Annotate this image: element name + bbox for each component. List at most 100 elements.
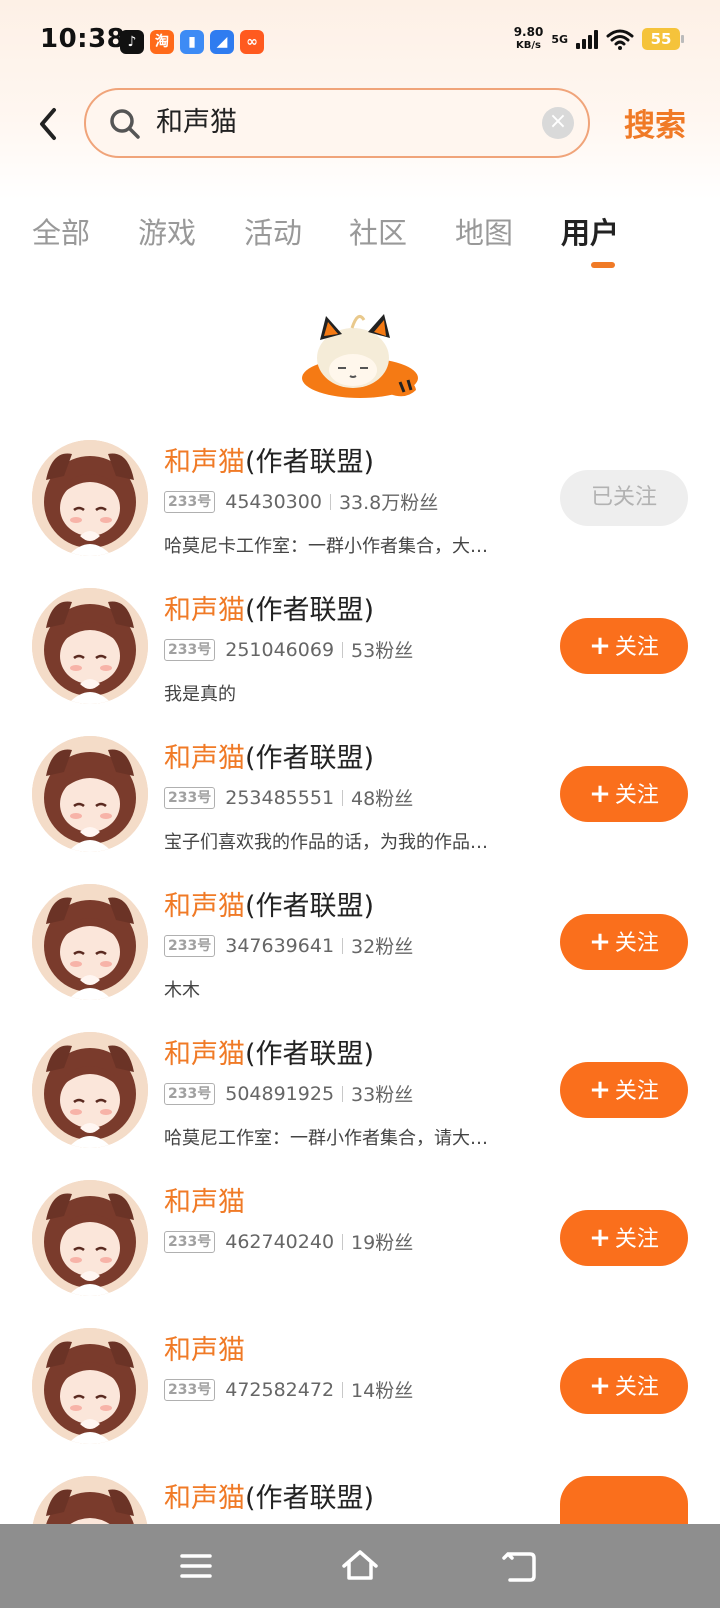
- divider: [329, 493, 331, 510]
- home-icon[interactable]: [340, 1546, 380, 1586]
- taobao-icon: 淘: [150, 30, 174, 54]
- menu-icon[interactable]: [176, 1546, 216, 1586]
- account-tag: 233号: [164, 638, 216, 661]
- name-suffix: (作者联盟): [245, 595, 375, 626]
- status-right: 9.80 KB/s 5G 55: [513, 25, 684, 52]
- user-id: 253485551: [225, 786, 335, 809]
- follow-button[interactable]: [560, 1476, 688, 1524]
- net-speed-unit: KB/s: [516, 40, 541, 51]
- followed-button[interactable]: 已关注: [560, 470, 688, 526]
- divider: [342, 789, 344, 806]
- follow-button[interactable]: + 关注: [560, 1210, 688, 1266]
- tab-users[interactable]: 用户: [561, 210, 619, 252]
- search-icon: [110, 109, 140, 139]
- account-tag: 233号: [164, 1378, 216, 1401]
- name-highlight: 和声猫: [164, 891, 245, 922]
- category-tabs: 全部 游戏 活动 社区 地图 用户: [0, 210, 720, 270]
- fan-count: 14粉丝: [351, 1380, 414, 1402]
- search-input[interactable]: 和声猫 ×: [84, 88, 590, 158]
- avatar[interactable]: [32, 588, 148, 704]
- user-id: 462740240: [225, 1230, 335, 1253]
- user-name: 和声猫(作者联盟): [164, 1476, 374, 1515]
- back-icon[interactable]: [500, 1546, 540, 1586]
- name-highlight: 和声猫: [164, 1187, 245, 1218]
- user-description: 哈莫尼卡工作室：一群小作者集合，大…: [164, 536, 488, 557]
- user-id: 504891925: [225, 1082, 335, 1105]
- fan-count: 48粉丝: [351, 788, 414, 810]
- follow-label: 关注: [614, 1375, 659, 1400]
- avatar[interactable]: [32, 1180, 148, 1296]
- tab-community[interactable]: 社区: [349, 210, 407, 252]
- system-navigation-bar: [0, 1524, 720, 1608]
- user-meta: 233号 504891925 33粉丝: [164, 1080, 413, 1107]
- tab-all[interactable]: 全部: [32, 210, 90, 252]
- plus-icon: +: [589, 1223, 611, 1253]
- app-icon: ∞: [240, 30, 264, 54]
- user-row[interactable]: 和声猫 233号 472582472 14粉丝 + 关注: [0, 1328, 720, 1476]
- user-meta: 233号 45430300 33.8万粉丝: [164, 488, 438, 515]
- net-speed-value: 9.80: [513, 25, 544, 39]
- user-description: 宝子们喜欢我的作品的话，为我的作品…: [164, 832, 488, 853]
- avatar[interactable]: [32, 1328, 148, 1444]
- fan-count: 53粉丝: [351, 640, 414, 662]
- follow-button[interactable]: + 关注: [560, 914, 688, 970]
- follow-button[interactable]: + 关注: [560, 1358, 688, 1414]
- user-row[interactable]: 和声猫(作者联盟) 233号 251046069 53粉丝 我是真的 + 关注: [0, 588, 720, 736]
- fan-count: 32粉丝: [351, 936, 414, 958]
- plus-icon: +: [589, 1371, 611, 1401]
- network-type: 5G: [551, 32, 568, 46]
- account-tag: 233号: [164, 1082, 216, 1105]
- plus-icon: +: [589, 1075, 611, 1105]
- divider: [342, 1381, 344, 1398]
- user-id: 347639641: [225, 934, 335, 957]
- avatar[interactable]: [32, 884, 148, 1000]
- notification-app-icons: ♪ 淘 ▮ ◢ ∞: [120, 30, 264, 54]
- plus-icon: +: [589, 779, 611, 809]
- user-row[interactable]: 和声猫(作者联盟) 233号 253485551 48粉丝 宝子们喜欢我的作品的话，为我…: [0, 736, 720, 884]
- name-suffix: (作者联盟): [245, 891, 375, 922]
- follow-button[interactable]: + 关注: [560, 1062, 688, 1118]
- search-query[interactable]: 和声猫: [156, 90, 237, 156]
- user-row[interactable]: 和声猫(作者联盟) 233号 347639641 32粉丝 木木 + 关注: [0, 884, 720, 1032]
- user-row[interactable]: 和声猫(作者联盟) 233号 504891925 33粉丝 哈莫尼工作室：一群小作者集合…: [0, 1032, 720, 1180]
- name-highlight: 和声猫: [164, 1335, 245, 1366]
- status-bar: 10:38 ♪ 淘 ▮ ◢ ∞ 9.80 KB/s 5G 55: [0, 0, 720, 80]
- avatar[interactable]: [32, 736, 148, 852]
- follow-label: 已关注: [590, 485, 657, 510]
- user-name: 和声猫: [164, 1180, 245, 1219]
- search-button[interactable]: 搜索: [624, 100, 686, 145]
- notes-icon: ◢: [210, 30, 234, 54]
- fan-count: 33.8万粉丝: [338, 492, 439, 514]
- follow-button[interactable]: + 关注: [560, 618, 688, 674]
- name-suffix: (作者联盟): [245, 447, 375, 478]
- user-meta: 233号 253485551 48粉丝: [164, 784, 413, 811]
- avatar[interactable]: [32, 1032, 148, 1148]
- tab-maps[interactable]: 地图: [455, 210, 513, 252]
- user-name: 和声猫(作者联盟): [164, 884, 374, 923]
- plus-icon: +: [589, 631, 611, 661]
- follow-label: 关注: [614, 931, 659, 956]
- name-highlight: 和声猫: [164, 447, 245, 478]
- avatar[interactable]: [32, 440, 148, 556]
- divider: [342, 1085, 344, 1102]
- user-row[interactable]: 和声猫(作者联盟) 233号 45430300 33.8万粉丝哈莫尼卡工作室：一群小作…: [0, 440, 720, 588]
- back-arrow-icon[interactable]: [32, 104, 66, 144]
- account-tag: 233号: [164, 786, 216, 809]
- divider: [342, 1233, 344, 1250]
- tab-events[interactable]: 活动: [244, 210, 302, 252]
- name-highlight: 和声猫: [164, 1483, 245, 1514]
- divider: [342, 937, 344, 954]
- clear-icon[interactable]: ×: [542, 107, 574, 139]
- account-tag: 233号: [164, 934, 216, 957]
- mascot-illustration: [302, 314, 418, 398]
- fan-count: 19粉丝: [351, 1232, 414, 1254]
- name-suffix: (作者联盟): [245, 1483, 375, 1514]
- user-row[interactable]: 和声猫 233号 462740240 19粉丝 + 关注: [0, 1180, 720, 1328]
- follow-button[interactable]: + 关注: [560, 766, 688, 822]
- user-name: 和声猫: [164, 1328, 245, 1367]
- user-meta: 233号 472582472 14粉丝: [164, 1376, 413, 1403]
- signal-icon: [576, 29, 598, 49]
- tab-games[interactable]: 游戏: [138, 210, 196, 252]
- user-description: 我是真的: [164, 684, 236, 705]
- name-suffix: (作者联盟): [245, 743, 375, 774]
